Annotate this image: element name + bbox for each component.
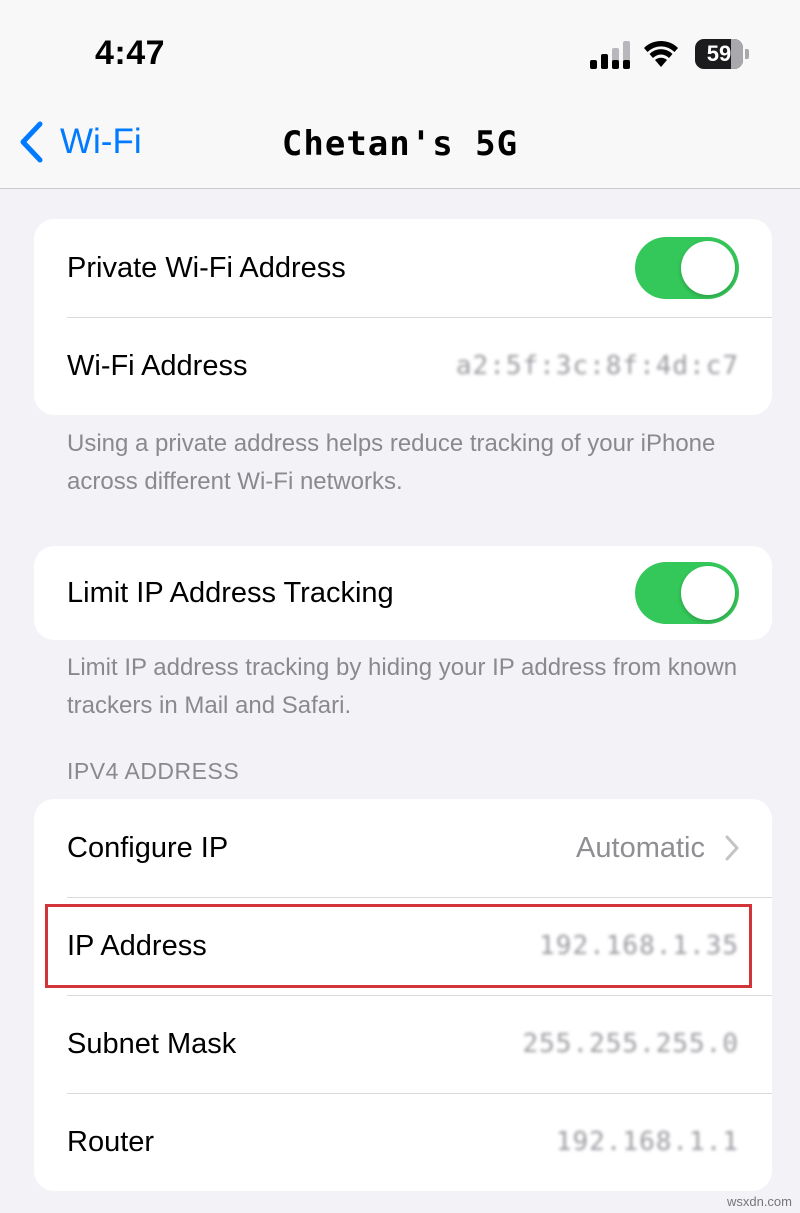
battery-icon: 59 (695, 39, 751, 69)
wifi-address-row: Wi-Fi Address a2:5f:3c:8f:4d:c7 (34, 317, 772, 415)
private-address-row: Private Wi-Fi Address (34, 219, 772, 317)
configure-ip-label: Configure IP (67, 831, 229, 864)
status-time: 4:47 (95, 34, 166, 72)
router-row: Router 192.168.1.1 (34, 1093, 772, 1191)
router-value: 192.168.1.1 (555, 1127, 739, 1157)
subnet-mask-label: Subnet Mask (67, 1027, 237, 1060)
private-address-footnote: Using a private address helps reduce tra… (67, 430, 716, 495)
page-title: Chetan's 5G (281, 124, 519, 164)
private-address-group: Private Wi-Fi Address Wi-Fi Address a2:5… (34, 219, 772, 415)
ip-address-highlight-box (45, 904, 752, 988)
cellular-signal-icon (590, 41, 630, 69)
ipv4-section-header: IPV4 ADDRESS (67, 758, 240, 784)
limit-tracking-footnote: Limit IP address tracking by hiding your… (67, 654, 738, 719)
chevron-right-icon (725, 835, 739, 861)
limit-tracking-toggle[interactable] (635, 562, 739, 624)
watermark: wsxdn.com (726, 1194, 792, 1209)
private-address-toggle[interactable] (635, 237, 739, 299)
battery-level: 59 (706, 41, 732, 66)
configure-ip-row[interactable]: Configure IP Automatic (34, 799, 772, 897)
top-bar: 4:47 59 Wi-Fi Chetan's 5G (0, 0, 800, 189)
subnet-mask-row: Subnet Mask 255.255.255.0 (34, 995, 772, 1093)
ipv4-group: Configure IP Automatic IP Address 192.16… (34, 799, 772, 1191)
configure-ip-value: Automatic (576, 831, 705, 864)
limit-tracking-label: Limit IP Address Tracking (67, 576, 394, 609)
wifi-address-label: Wi-Fi Address (67, 349, 248, 382)
router-label: Router (67, 1125, 155, 1158)
private-address-label: Private Wi-Fi Address (67, 251, 346, 284)
wifi-icon (644, 40, 678, 67)
wifi-address-value: a2:5f:3c:8f:4d:c7 (455, 351, 739, 381)
limit-tracking-row: Limit IP Address Tracking (34, 546, 772, 640)
subnet-mask-value: 255.255.255.0 (522, 1029, 739, 1059)
limit-tracking-group: Limit IP Address Tracking (34, 546, 772, 640)
